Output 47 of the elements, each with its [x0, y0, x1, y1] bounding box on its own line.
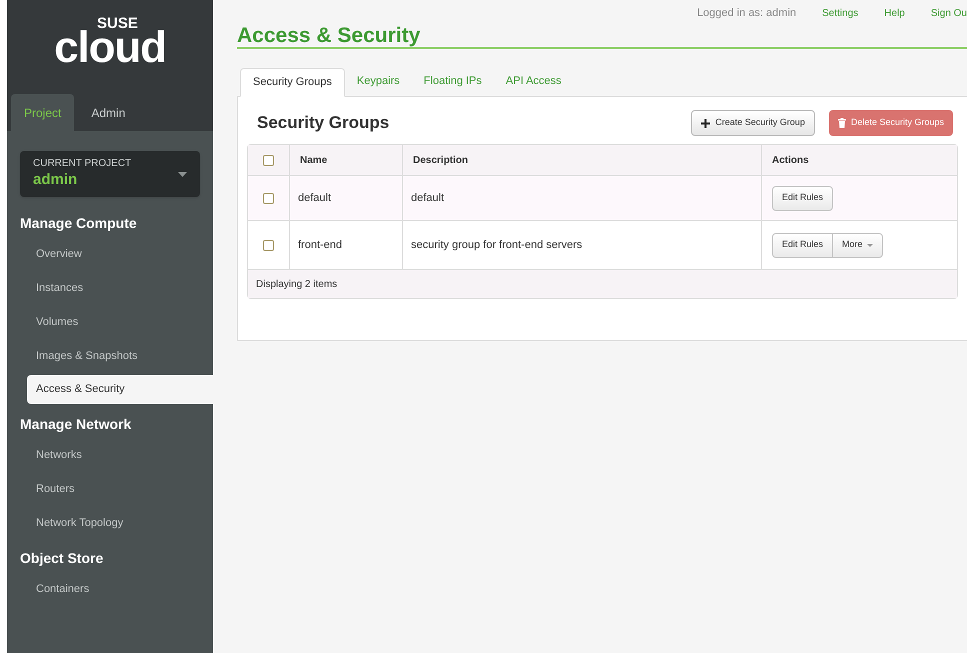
- nav-item[interactable]: Routers: [7, 472, 213, 506]
- tab[interactable]: Security Groups: [240, 68, 345, 97]
- nav-item[interactable]: Overview: [7, 237, 213, 271]
- nav-item[interactable]: Volumes: [7, 305, 213, 339]
- column-header: Name: [300, 154, 328, 168]
- nav-item[interactable]: Networks: [7, 438, 213, 472]
- item-count: Displaying 2 items: [256, 278, 338, 292]
- nav-section-heading: Manage Compute: [19, 214, 138, 233]
- header-link[interactable]: Settings: [822, 6, 858, 21]
- edit-rules-button[interactable]: Edit Rules: [772, 232, 834, 258]
- checkbox[interactable]: [263, 154, 274, 166]
- nav-item[interactable]: Network Topology: [7, 506, 213, 540]
- checkbox[interactable]: [263, 192, 274, 204]
- table-title: Security Groups: [256, 112, 390, 134]
- tab[interactable]: Floating IPs: [412, 67, 494, 96]
- nav-section-heading: Manage Network: [19, 414, 132, 434]
- project-label: CURRENT PROJECT: [33, 158, 132, 171]
- caret-icon: [178, 172, 187, 176]
- table-cell-text: front-end: [298, 238, 342, 253]
- nav-item[interactable]: Instances: [7, 271, 213, 305]
- project-name: admin: [33, 170, 78, 190]
- project-selector[interactable]: CURRENT PROJECT admin: [20, 151, 200, 197]
- trash-icon: [838, 118, 846, 128]
- nav-item[interactable]: Access & Security: [27, 375, 213, 404]
- tab[interactable]: Keypairs: [344, 67, 412, 96]
- logged-in-user: Logged in as: admin: [697, 6, 796, 21]
- checkbox[interactable]: [263, 240, 274, 250]
- nav-item[interactable]: Containers: [7, 572, 213, 606]
- page-title: Access & Security: [237, 23, 420, 49]
- table-cell-text: security group for front-end servers: [411, 238, 582, 253]
- dashboard-tab[interactable]: Admin: [78, 94, 138, 131]
- nav-section-heading: Object Store: [19, 548, 104, 568]
- nav-item[interactable]: Images & Snapshots: [7, 339, 213, 373]
- plus-icon: [701, 118, 710, 128]
- create-button[interactable]: Create Security Group: [691, 110, 815, 136]
- more-dropdown[interactable]: More: [832, 232, 883, 258]
- column-header: Actions: [772, 154, 809, 168]
- caret-icon: [866, 244, 873, 246]
- delete-button[interactable]: Delete Security Groups: [828, 110, 953, 136]
- column-header: Description: [413, 154, 468, 168]
- dashboard-tab[interactable]: Project: [11, 94, 74, 131]
- edit-rules-button[interactable]: Edit Rules: [772, 186, 834, 210]
- header-link[interactable]: Sign Ou: [930, 6, 967, 21]
- table-cell-text: default: [298, 190, 332, 206]
- header-link[interactable]: Help: [884, 6, 905, 21]
- table-cell-text: default: [411, 190, 444, 206]
- tab[interactable]: API Access: [494, 67, 574, 96]
